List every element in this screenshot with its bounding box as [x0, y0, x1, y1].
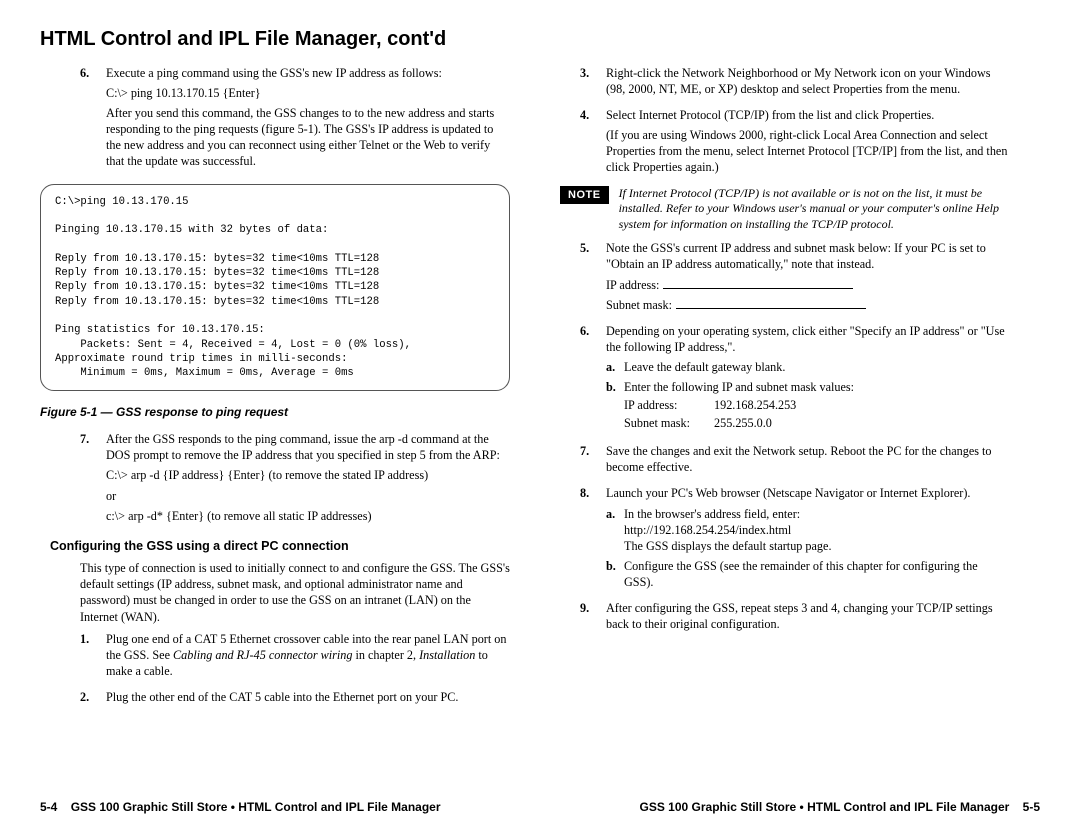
subnet-mask-blank: Subnet mask:	[606, 297, 1010, 313]
substep-a: a. In the browser's address field, enter…	[606, 506, 1010, 554]
right-column: 3. Right-click the Network Neighborhood …	[570, 65, 1040, 790]
step-text: Plug the other end of the CAT 5 cable in…	[106, 689, 510, 705]
step-text: Right-click the Network Neighborhood or …	[606, 65, 1010, 97]
note-text: If Internet Protocol (TCP/IP) is not ava…	[619, 186, 1010, 233]
step-number: 4.	[580, 107, 606, 179]
step-1: 1. Plug one end of a CAT 5 Ethernet cros…	[80, 631, 510, 683]
step-8: 8. Launch your PC's Web browser (Netscap…	[580, 485, 1010, 594]
step-2: 2. Plug the other end of the CAT 5 cable…	[80, 689, 510, 709]
step-text: Execute a ping command using the GSS's n…	[106, 65, 510, 81]
step-3: 3. Right-click the Network Neighborhood …	[580, 65, 1010, 101]
page: HTML Control and IPL File Manager, cont'…	[0, 0, 1080, 834]
substep-a: a. Leave the default gateway blank.	[606, 359, 1010, 375]
step-number: 3.	[580, 65, 606, 101]
step-7: 7. After the GSS responds to the ping co…	[80, 431, 510, 527]
step-text: Launch your PC's Web browser (Netscape N…	[606, 485, 1010, 501]
step-number: 2.	[80, 689, 106, 709]
footer-title-left: GSS 100 Graphic Still Store • HTML Contr…	[71, 800, 441, 814]
note-badge: NOTE	[560, 186, 609, 205]
two-column-layout: 6. Execute a ping command using the GSS'…	[40, 65, 1040, 790]
step-text: Note the GSS's current IP address and su…	[606, 240, 1010, 272]
left-column: 6. Execute a ping command using the GSS'…	[40, 65, 510, 790]
ip-address-blank: IP address:	[606, 277, 1010, 293]
footer-title-right: GSS 100 Graphic Still Store • HTML Contr…	[639, 800, 1009, 814]
step-6: 6. Execute a ping command using the GSS'…	[80, 65, 510, 174]
step-9: 9. After configuring the GSS, repeat ste…	[580, 600, 1010, 636]
step-text: Select Internet Protocol (TCP/IP) from t…	[606, 107, 1010, 123]
step-text: Depending on your operating system, clic…	[606, 323, 1010, 355]
blank-line	[663, 288, 853, 289]
substep-b: b. Enter the following IP and subnet mas…	[606, 379, 1010, 433]
substep-letter: a.	[606, 506, 624, 554]
step-command: c:\> arp -d* {Enter} (to remove all stat…	[106, 508, 510, 524]
page-title: HTML Control and IPL File Manager, cont'…	[40, 28, 1040, 51]
step-command: C:\> arp -d {IP address} {Enter} (to rem…	[106, 467, 510, 483]
page-number-left: 5-4	[40, 800, 57, 814]
step-number: 6.	[80, 65, 106, 174]
section-heading: Configuring the GSS using a direct PC co…	[50, 538, 510, 555]
step-6r: 6. Depending on your operating system, c…	[580, 323, 1010, 438]
step-text: After you send this command, the GSS cha…	[106, 105, 510, 169]
step-text: After configuring the GSS, repeat steps …	[606, 600, 1010, 632]
step-text: After the GSS responds to the ping comma…	[106, 431, 510, 463]
substep-text: The GSS displays the default startup pag…	[624, 538, 1010, 554]
url-text: http://192.168.254.254/index.html	[624, 522, 1010, 538]
substep-text: Enter the following IP and subnet mask v…	[624, 379, 1010, 395]
substep-b: b. Configure the GSS (see the remainder …	[606, 558, 1010, 590]
substep-letter: b.	[606, 379, 624, 433]
footer-left: 5-4 GSS 100 Graphic Still Store • HTML C…	[40, 800, 441, 814]
substep-text: Leave the default gateway blank.	[624, 359, 1010, 375]
step-text: Plug one end of a CAT 5 Ethernet crossov…	[106, 631, 510, 679]
step-text: or	[106, 488, 510, 504]
page-number-right: 5-5	[1023, 800, 1040, 814]
step-text: (If you are using Windows 2000, right-cl…	[606, 127, 1010, 175]
substep-letter: a.	[606, 359, 624, 375]
step-5: 5. Note the GSS's current IP address and…	[580, 240, 1010, 316]
ping-output-block: C:\>ping 10.13.170.15 Pinging 10.13.170.…	[40, 184, 510, 392]
footer-right: GSS 100 Graphic Still Store • HTML Contr…	[639, 800, 1040, 814]
step-7r: 7. Save the changes and exit the Network…	[580, 443, 1010, 479]
step-number: 7.	[80, 431, 106, 527]
note-block: NOTE If Internet Protocol (TCP/IP) is no…	[560, 186, 1010, 233]
step-number: 6.	[580, 323, 606, 438]
step-number: 9.	[580, 600, 606, 636]
page-footer: 5-4 GSS 100 Graphic Still Store • HTML C…	[40, 790, 1040, 834]
step-number: 1.	[80, 631, 106, 683]
figure-caption: Figure 5-1 — GSS response to ping reques…	[40, 405, 510, 421]
substep-letter: b.	[606, 558, 624, 590]
subnet-value-row: Subnet mask:255.255.0.0	[624, 415, 1010, 431]
step-number: 5.	[580, 240, 606, 316]
section-intro: This type of connection is used to initi…	[80, 560, 510, 624]
step-4: 4. Select Internet Protocol (TCP/IP) fro…	[580, 107, 1010, 179]
step-number: 8.	[580, 485, 606, 594]
step-command: C:\> ping 10.13.170.15 {Enter}	[106, 85, 510, 101]
substep-text: In the browser's address field, enter:	[624, 506, 1010, 522]
substep-text: Configure the GSS (see the remainder of …	[624, 558, 1010, 590]
step-number: 7.	[580, 443, 606, 479]
step-text: Save the changes and exit the Network se…	[606, 443, 1010, 475]
blank-line	[676, 308, 866, 309]
ip-value-row: IP address:192.168.254.253	[624, 397, 1010, 413]
